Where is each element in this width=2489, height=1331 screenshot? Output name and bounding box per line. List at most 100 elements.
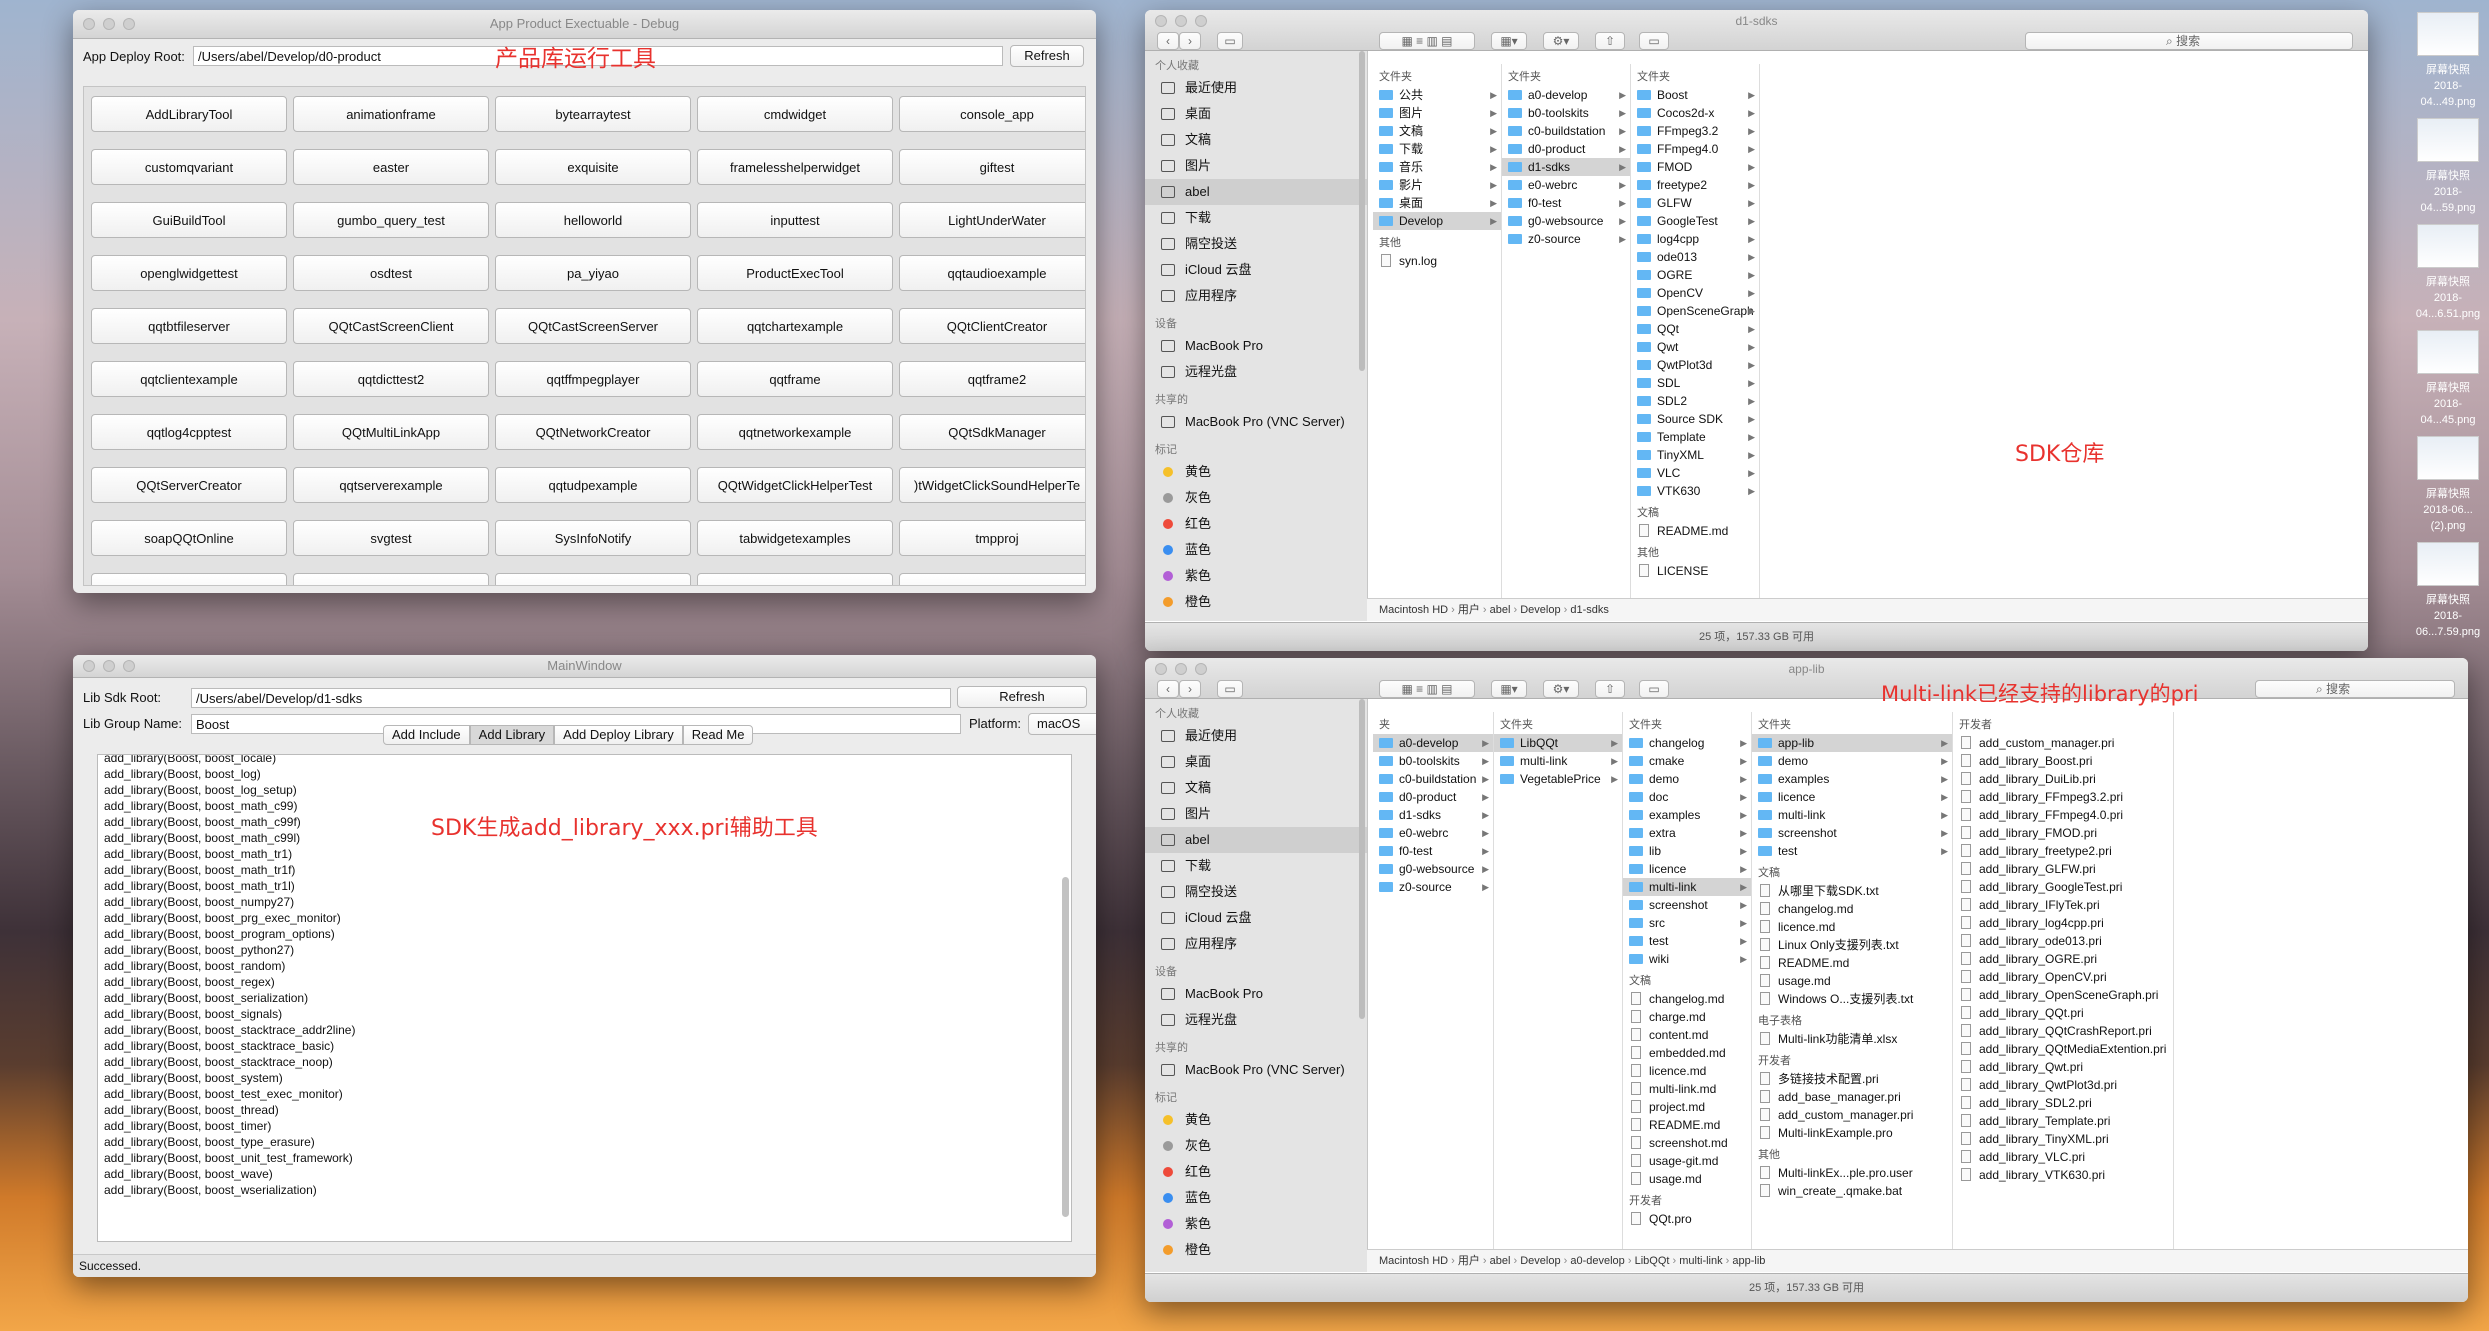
folder-item[interactable]: c0-buildstation ▶: [1502, 122, 1630, 140]
folder-icon[interactable]: ▭: [1217, 680, 1243, 698]
sidebar-tag[interactable]: 灰色: [1145, 485, 1367, 511]
file-item[interactable]: add_library_DuiLib.pri: [1953, 770, 2173, 788]
sidebar-item[interactable]: iCloud 云盘: [1145, 257, 1367, 283]
tag-icon[interactable]: ▭: [1639, 680, 1669, 698]
platform-select[interactable]: macOS ▴▾: [1028, 713, 1096, 735]
file-item[interactable]: add_library_SDL2.pri: [1953, 1094, 2173, 1112]
sidebar-tag[interactable]: 黄色: [1145, 1107, 1367, 1133]
folder-item[interactable]: licence ▶: [1752, 788, 1952, 806]
folder-item[interactable]: TinyXML ▶: [1631, 446, 1759, 464]
app-launch-button[interactable]: SysInfoNotify: [495, 520, 691, 556]
file-item[interactable]: add_library_Boost.pri: [1953, 752, 2173, 770]
folder-item[interactable]: licence ▶: [1623, 860, 1751, 878]
app-launch-button[interactable]: framelesshelperwidget: [697, 149, 893, 185]
folder-item[interactable]: examples ▶: [1623, 806, 1751, 824]
group-icon[interactable]: ▦▾: [1491, 32, 1527, 50]
folder-item[interactable]: QwtPlot3d ▶: [1631, 356, 1759, 374]
folder-item[interactable]: demo ▶: [1752, 752, 1952, 770]
folder-item[interactable]: Develop ▶: [1373, 212, 1501, 230]
file-item[interactable]: usage-git.md: [1623, 1152, 1751, 1170]
file-item[interactable]: add_library_Template.pri: [1953, 1112, 2173, 1130]
app-launch-button[interactable]: QQtServerCreator: [91, 467, 287, 503]
app-launch-button[interactable]: qqtnetworkexample: [697, 414, 893, 450]
file-item[interactable]: multi-link.md: [1623, 1080, 1751, 1098]
folder-item[interactable]: e0-webrc ▶: [1502, 176, 1630, 194]
path-segment[interactable]: Develop: [1520, 604, 1560, 616]
app-launch-button[interactable]: QQtSdkManager: [899, 414, 1085, 450]
folder-item[interactable]: extra ▶: [1623, 824, 1751, 842]
file-item[interactable]: add_library_OpenCV.pri: [1953, 968, 2173, 986]
refresh-button[interactable]: Refresh: [1010, 45, 1084, 67]
app-launch-button[interactable]: qqtbtfileserver: [91, 308, 287, 344]
file-item[interactable]: win_create_.qmake.bat: [1752, 1182, 1952, 1200]
file-item[interactable]: add_base_manager.pri: [1752, 1088, 1952, 1106]
gear-icon[interactable]: ⚙▾: [1543, 680, 1579, 698]
folder-item[interactable]: OpenSceneGraph ▶: [1631, 302, 1759, 320]
sidebar-tag[interactable]: 橙色: [1145, 1237, 1367, 1263]
file-item[interactable]: add_library_QQt.pri: [1953, 1004, 2173, 1022]
folder-item[interactable]: doc ▶: [1623, 788, 1751, 806]
sidebar-scrollbar[interactable]: [1359, 699, 1365, 1019]
refresh-button[interactable]: Refresh: [957, 686, 1087, 708]
app-launch-button[interactable]: LightUnderWater: [899, 202, 1085, 238]
folder-item[interactable]: 下载 ▶: [1373, 140, 1501, 158]
folder-item[interactable]: OpenCV ▶: [1631, 284, 1759, 302]
folder-item[interactable]: changelog ▶: [1623, 734, 1751, 752]
folder-item[interactable]: multi-link ▶: [1494, 752, 1622, 770]
file-item[interactable]: add_library_VLC.pri: [1953, 1148, 2173, 1166]
sidebar-item[interactable]: MacBook Pro: [1145, 333, 1367, 359]
folder-item[interactable]: lib ▶: [1623, 842, 1751, 860]
desktop-file-icon[interactable]: 屏幕快照 2018-04...49.png: [2408, 12, 2488, 118]
folder-icon[interactable]: ▭: [1217, 32, 1243, 50]
app-launch-button[interactable]: cmdwidget: [697, 96, 893, 132]
sidebar-tag[interactable]: 紫色: [1145, 1211, 1367, 1237]
folder-item[interactable]: ode013 ▶: [1631, 248, 1759, 266]
sidebar-item[interactable]: 下载: [1145, 205, 1367, 231]
folder-item[interactable]: VLC ▶: [1631, 464, 1759, 482]
app-launch-button[interactable]: qqtchartexample: [697, 308, 893, 344]
sdk-root-input[interactable]: /Users/abel/Develop/d1-sdks: [191, 688, 951, 708]
app-launch-button[interactable]: TouchMonitor: [91, 573, 287, 585]
path-segment[interactable]: LibQQt: [1635, 1255, 1670, 1267]
file-item[interactable]: QQt.pro: [1623, 1210, 1751, 1228]
app-launch-button[interactable]: qqtaudioexample: [899, 255, 1085, 291]
app-launch-button[interactable]: qqtdicttest2: [293, 361, 489, 397]
file-item[interactable]: embedded.md: [1623, 1044, 1751, 1062]
folder-item[interactable]: a0-develop ▶: [1502, 86, 1630, 104]
file-item[interactable]: add_custom_manager.pri: [1953, 734, 2173, 752]
folder-item[interactable]: test ▶: [1623, 932, 1751, 950]
app-launch-button[interactable]: qqtudpexample: [495, 467, 691, 503]
app-launch-button[interactable]: GuiBuildTool: [91, 202, 287, 238]
path-segment[interactable]: app-lib: [1732, 1255, 1765, 1267]
folder-item[interactable]: SDL2 ▶: [1631, 392, 1759, 410]
sidebar-item[interactable]: 远程光盘: [1145, 359, 1367, 385]
tab-add-include[interactable]: Add Include: [383, 725, 470, 745]
path-segment[interactable]: Macintosh HD: [1379, 604, 1448, 616]
file-item[interactable]: syn.log: [1373, 252, 1501, 270]
folder-item[interactable]: Cocos2d-x ▶: [1631, 104, 1759, 122]
sidebar-item[interactable]: 隔空投送: [1145, 231, 1367, 257]
app-launch-button[interactable]: tst_coretest: [697, 573, 893, 585]
back-icon[interactable]: ‹: [1157, 32, 1179, 50]
app-launch-button[interactable]: console_app: [899, 96, 1085, 132]
sidebar-tag[interactable]: 红色: [1145, 1159, 1367, 1185]
folder-item[interactable]: d1-sdks ▶: [1502, 158, 1630, 176]
app-launch-button[interactable]: QQtClientCreator: [899, 308, 1085, 344]
app-launch-button[interactable]: giftest: [899, 149, 1085, 185]
app-launch-button[interactable]: customqvariant: [91, 149, 287, 185]
file-item[interactable]: Windows O...支援列表.txt: [1752, 990, 1952, 1008]
file-item[interactable]: README.md: [1752, 954, 1952, 972]
app-launch-button[interactable]: soapQQtOnline: [91, 520, 287, 556]
folder-item[interactable]: QQt ▶: [1631, 320, 1759, 338]
app-launch-button[interactable]: exquisite: [495, 149, 691, 185]
app-launch-button[interactable]: tmpproj: [899, 520, 1085, 556]
folder-item[interactable]: 文稿 ▶: [1373, 122, 1501, 140]
file-item[interactable]: project.md: [1623, 1098, 1751, 1116]
app-launch-button[interactable]: QQtCastScreenServer: [495, 308, 691, 344]
file-item[interactable]: add_library_QQtCrashReport.pri: [1953, 1022, 2173, 1040]
path-segment[interactable]: multi-link: [1679, 1255, 1722, 1267]
sidebar-item[interactable]: 最近使用: [1145, 75, 1367, 101]
app-launch-button[interactable]: helloworld: [495, 202, 691, 238]
folder-item[interactable]: multi-link ▶: [1752, 806, 1952, 824]
folder-item[interactable]: b0-toolskits ▶: [1502, 104, 1630, 122]
